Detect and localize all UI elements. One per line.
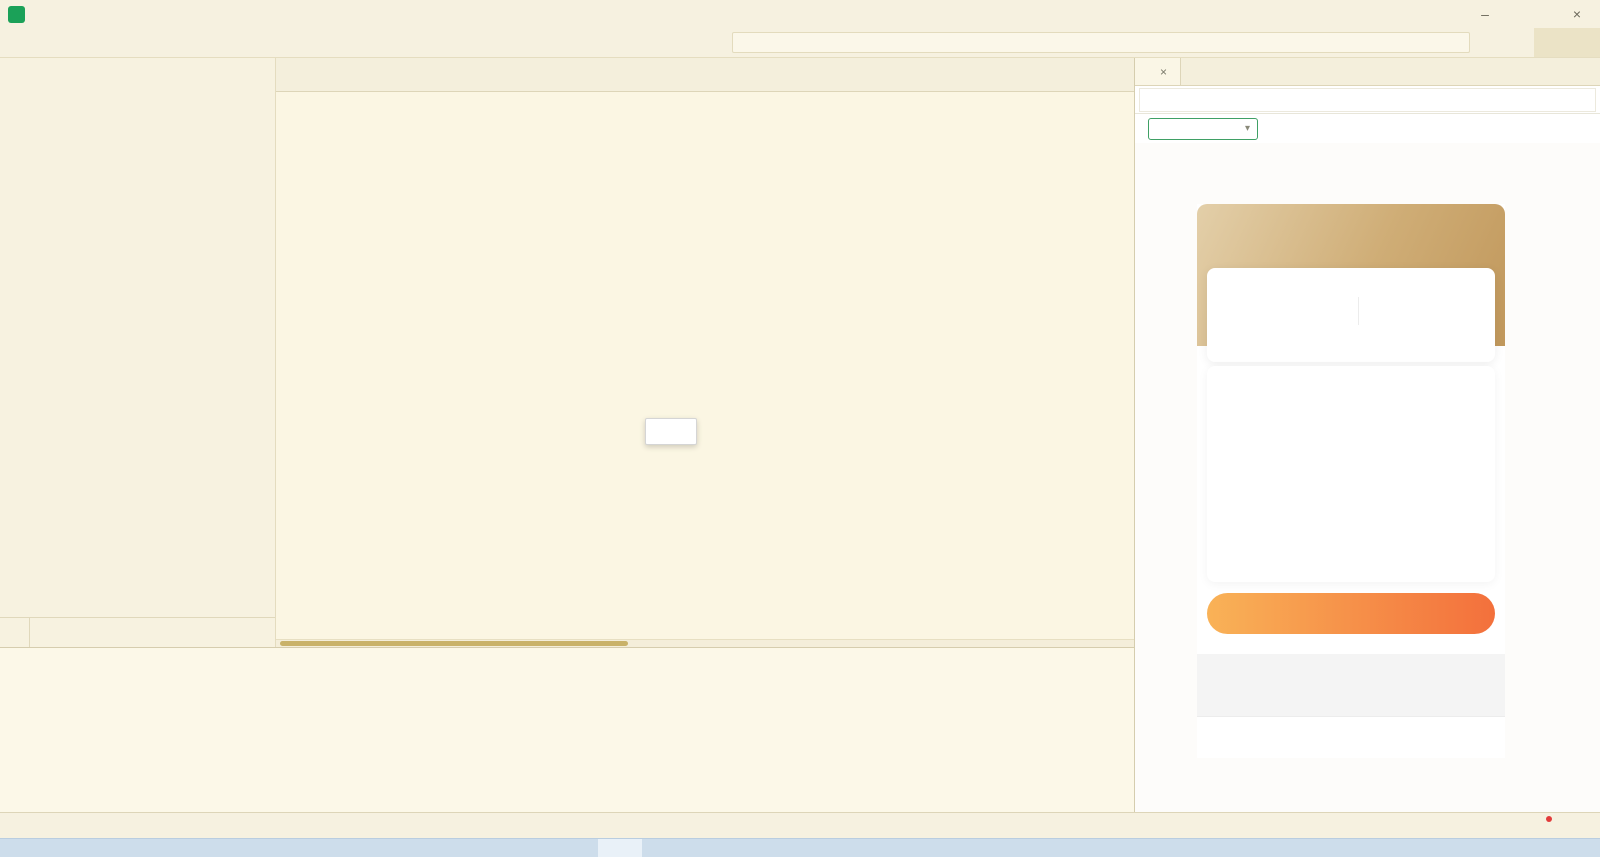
hbuilderx-logo-icon bbox=[8, 6, 25, 23]
project-sidebar bbox=[0, 58, 276, 647]
editor-tab-bar bbox=[276, 58, 1134, 92]
editor-tooltip bbox=[645, 418, 697, 445]
browser-panel: × ▾ bbox=[1135, 58, 1600, 812]
restore-button[interactable] bbox=[1508, 0, 1554, 28]
title-bar: – × bbox=[0, 0, 1600, 28]
horizontal-scrollbar[interactable] bbox=[276, 639, 1134, 647]
spacer-band bbox=[1197, 654, 1505, 716]
statusbar-right bbox=[1456, 818, 1590, 834]
editor-zone bbox=[0, 58, 1134, 647]
filter-button[interactable] bbox=[1477, 28, 1501, 57]
main-area: × ▾ bbox=[0, 58, 1600, 812]
close-tab-icon[interactable]: × bbox=[1160, 65, 1167, 79]
update-button[interactable] bbox=[1534, 818, 1550, 834]
scrollbar-thumb[interactable] bbox=[280, 641, 628, 646]
device-select[interactable]: ▾ bbox=[1148, 118, 1258, 140]
activity-files-button[interactable] bbox=[0, 618, 30, 647]
file-tree bbox=[0, 58, 275, 617]
profile-menu bbox=[1207, 366, 1495, 582]
bottom-nav bbox=[1197, 716, 1505, 758]
taskbar-edge bbox=[0, 838, 1600, 857]
browser-tab-bar: × bbox=[1135, 58, 1600, 86]
taskbar-item bbox=[598, 839, 642, 857]
bell-icon[interactable] bbox=[1576, 819, 1590, 833]
preview-file-icon[interactable] bbox=[86, 819, 100, 833]
balance-title bbox=[1207, 268, 1495, 284]
avatar-person-icon[interactable] bbox=[1215, 218, 1247, 250]
user-circle-icon bbox=[10, 819, 24, 833]
statusbar-tools bbox=[63, 819, 109, 833]
status-bar bbox=[0, 812, 1600, 838]
phone-preview bbox=[1197, 204, 1505, 758]
url-input[interactable] bbox=[1139, 88, 1596, 112]
address-bar bbox=[1135, 86, 1600, 114]
hbuilderx-window: – × bbox=[0, 0, 1600, 857]
left-column bbox=[0, 58, 1135, 812]
preview-button[interactable] bbox=[1534, 28, 1600, 57]
code-area[interactable] bbox=[276, 92, 1134, 639]
sidebar-activity-bar bbox=[0, 617, 275, 647]
list-icon[interactable] bbox=[63, 819, 77, 833]
restore-icon bbox=[1526, 9, 1537, 20]
browser-viewport bbox=[1135, 143, 1600, 812]
window-controls: – × bbox=[1462, 0, 1600, 28]
logout-button[interactable] bbox=[1207, 593, 1495, 634]
console-panel bbox=[0, 647, 1134, 812]
main-toolbar bbox=[0, 28, 1600, 58]
device-toolbar: ▾ bbox=[1135, 114, 1600, 143]
close-button[interactable]: × bbox=[1554, 0, 1600, 28]
login-status[interactable] bbox=[10, 819, 29, 833]
file-search-icon bbox=[739, 36, 753, 50]
console-output bbox=[18, 692, 1128, 812]
divider bbox=[1358, 297, 1359, 325]
notification-dot bbox=[1546, 816, 1552, 822]
file-search-input[interactable] bbox=[759, 36, 1463, 50]
file-search-box[interactable] bbox=[732, 32, 1470, 53]
code-editor bbox=[276, 58, 1134, 647]
minimize-button[interactable]: – bbox=[1462, 0, 1508, 28]
balance-row bbox=[1207, 297, 1495, 325]
filter-icon bbox=[1482, 36, 1496, 50]
balance-card bbox=[1207, 268, 1495, 362]
web-browser-tab[interactable]: × bbox=[1135, 58, 1181, 85]
chevron-down-icon: ▾ bbox=[1245, 123, 1250, 134]
minimap[interactable] bbox=[1065, 95, 1131, 636]
